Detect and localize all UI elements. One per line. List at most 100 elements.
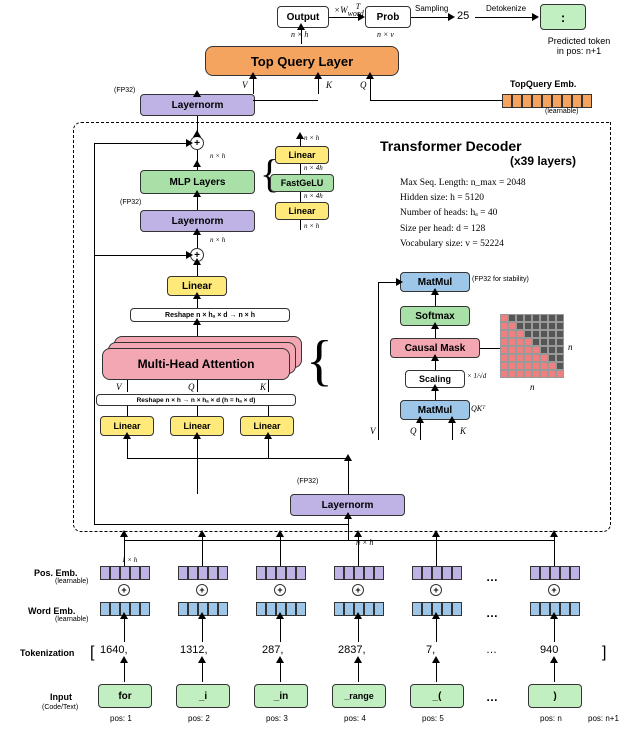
arrowhead-icon bbox=[432, 656, 440, 663]
tok: 940 bbox=[540, 644, 558, 656]
arrow-hline bbox=[411, 17, 451, 18]
pos-lbl: pos: 1 bbox=[110, 714, 132, 723]
arrow-hline bbox=[124, 540, 554, 541]
dim-nxh: n × h bbox=[304, 134, 319, 142]
linear: Linear bbox=[275, 146, 329, 164]
label-K: K bbox=[260, 382, 266, 392]
dim-nxv: n × v bbox=[377, 30, 394, 39]
arrowhead-icon bbox=[276, 656, 284, 663]
arrowhead-icon bbox=[193, 90, 201, 97]
dim-nx4h: n × 4h bbox=[304, 192, 323, 200]
input-token: _range bbox=[332, 684, 386, 708]
arrow-vline bbox=[202, 660, 203, 682]
arrow-vline bbox=[197, 380, 198, 392]
input-lbl: Input bbox=[50, 692, 72, 702]
arrow-hline bbox=[94, 524, 348, 525]
pos-emb-cell bbox=[256, 566, 306, 580]
arrowhead-icon bbox=[448, 13, 455, 21]
arrowhead-icon bbox=[297, 23, 305, 30]
input-token: _( bbox=[410, 684, 464, 708]
arrow-vline bbox=[378, 282, 379, 440]
input-token: _i bbox=[176, 684, 230, 708]
arrowhead-icon bbox=[193, 292, 201, 299]
arrow-vline bbox=[127, 436, 128, 458]
arrow-hline bbox=[197, 458, 348, 459]
add-icon: + bbox=[196, 584, 208, 596]
dim-nxh: n × h bbox=[210, 152, 225, 160]
arrow-vline bbox=[280, 660, 281, 682]
arrow-vline bbox=[301, 28, 302, 44]
arrow-vline bbox=[268, 436, 269, 458]
open-bracket: [ bbox=[90, 644, 94, 662]
matmul: MatMul bbox=[400, 400, 470, 420]
fp32-lbl: (FP32) bbox=[120, 199, 141, 206]
dim-nxh: n × h bbox=[210, 236, 225, 244]
arrowhead-icon bbox=[431, 322, 439, 329]
arrow-hline bbox=[370, 100, 502, 101]
arrow-vline bbox=[300, 192, 301, 202]
learnable-lbl: (learnable) bbox=[55, 578, 88, 585]
arrow-vline bbox=[197, 406, 198, 416]
topquery-emb-lbl: TopQuery Emb. bbox=[510, 79, 576, 89]
arrowhead-icon bbox=[550, 612, 558, 619]
arrow-vline bbox=[554, 660, 555, 682]
arrowhead-icon bbox=[120, 656, 128, 663]
label-V: V bbox=[116, 382, 122, 392]
input-token: for bbox=[98, 684, 152, 708]
arrowhead-icon bbox=[123, 432, 131, 439]
arrowhead-icon bbox=[314, 72, 322, 79]
times-w: ×WwordT bbox=[334, 2, 360, 18]
qkt: QKᵀ bbox=[471, 404, 485, 413]
arrow-vline bbox=[358, 616, 359, 642]
add-icon: + bbox=[430, 584, 442, 596]
dim-nx4h: n × 4h bbox=[304, 164, 323, 172]
pos-lbl: pos: 2 bbox=[188, 714, 210, 723]
reshape: Reshape n × hₐ × d → n × h bbox=[130, 308, 290, 322]
arrowhead-icon bbox=[354, 612, 362, 619]
arrowhead-icon bbox=[354, 530, 362, 537]
pos-emb-cell bbox=[100, 566, 150, 580]
arrowhead-icon bbox=[354, 656, 362, 663]
arrowhead-icon bbox=[193, 160, 201, 167]
label-n: n bbox=[530, 382, 535, 392]
label-Q: Q bbox=[360, 80, 367, 90]
arrowhead-icon bbox=[431, 384, 439, 391]
tok: 287, bbox=[262, 644, 283, 656]
decoder-title: Transformer Decoder bbox=[380, 138, 522, 154]
tok: 1312, bbox=[180, 644, 208, 656]
arrow-vline bbox=[436, 660, 437, 682]
arrowhead-icon bbox=[120, 530, 128, 537]
fp32-stab: (FP32 for stability) bbox=[472, 276, 529, 283]
arrowhead-icon bbox=[264, 432, 272, 439]
label-K: K bbox=[460, 426, 466, 436]
arrowhead-icon bbox=[344, 512, 352, 519]
arrow-vline bbox=[420, 420, 421, 440]
detok-lbl: Detokenize bbox=[486, 4, 526, 13]
arrowhead-icon bbox=[396, 278, 403, 286]
label-Q: Q bbox=[188, 382, 195, 392]
fp32-lbl: (FP32) bbox=[297, 478, 318, 485]
input-token: _in bbox=[254, 684, 308, 708]
arrow-hline bbox=[94, 143, 190, 144]
label-K: K bbox=[326, 80, 332, 90]
arrowhead-icon bbox=[366, 72, 374, 79]
pos-lbl: pos: 4 bbox=[344, 714, 366, 723]
arrowhead-icon bbox=[296, 132, 304, 139]
arrowhead-icon bbox=[416, 416, 424, 423]
sample-val: 25 bbox=[457, 10, 469, 22]
decoder-sub: (x39 layers) bbox=[510, 154, 576, 168]
arrow-vline bbox=[268, 406, 269, 416]
arrowhead-icon bbox=[432, 612, 440, 619]
arrowhead-icon bbox=[432, 530, 440, 537]
arrow-vline bbox=[358, 660, 359, 682]
pos-emb-cell bbox=[178, 566, 228, 580]
label-V: V bbox=[242, 80, 248, 90]
sampling-lbl: Sampling bbox=[415, 4, 448, 13]
arrow-hline bbox=[475, 17, 535, 18]
arrow-vline bbox=[554, 616, 555, 642]
learnable-lbl: (learnable) bbox=[55, 616, 88, 623]
word-emb-lbl: Word Emb. bbox=[28, 606, 75, 616]
arrowhead-icon bbox=[193, 130, 201, 137]
pos-emb-cell bbox=[530, 566, 580, 580]
arrowhead-icon bbox=[448, 416, 456, 423]
